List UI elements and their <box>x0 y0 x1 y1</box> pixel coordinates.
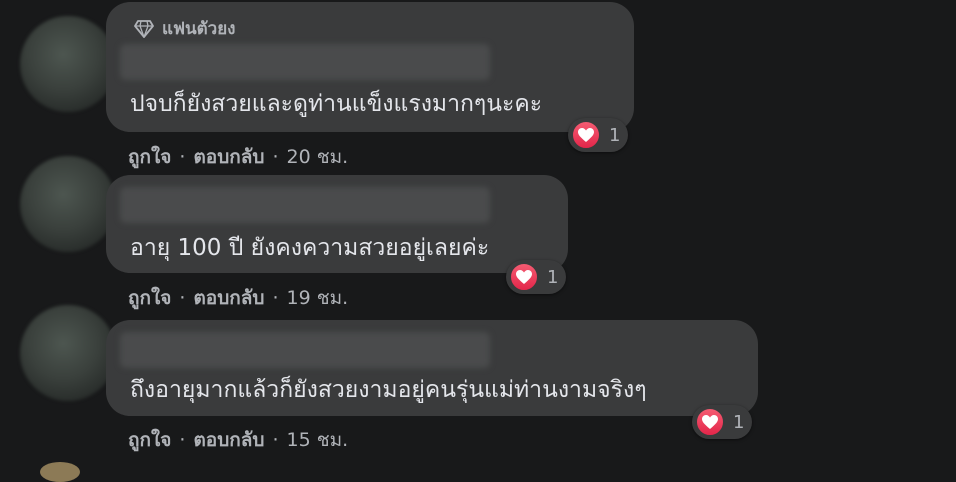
comment-text: ถึงอายุมากแล้วก็ยังสวยงามอยู่คนรุ่นแม่ท่… <box>130 377 647 403</box>
comment-bubble: อายุ 100 ปี ยังคงความสวยอยู่เลยค่ะ <box>106 175 568 273</box>
separator: · <box>179 287 186 309</box>
timestamp[interactable]: 20 ชม. <box>287 146 349 168</box>
avatar[interactable] <box>20 156 116 252</box>
separator: · <box>179 429 186 451</box>
avatar[interactable] <box>20 305 116 401</box>
separator: · <box>272 287 279 309</box>
commenter-name[interactable] <box>120 44 490 80</box>
love-reaction-icon <box>695 407 725 437</box>
reaction-summary[interactable]: 1 <box>692 405 753 439</box>
reaction-count: 1 <box>547 266 559 288</box>
reply-button[interactable]: ตอบกลับ <box>193 287 264 309</box>
love-reaction-icon <box>571 120 601 150</box>
reaction-summary[interactable]: 1 <box>568 118 629 152</box>
badge-label: แฟนตัวยง <box>162 19 236 39</box>
comment-text: อายุ 100 ปี ยังคงความสวยอยู่เลยค่ะ <box>130 235 490 261</box>
commenter-name[interactable] <box>120 187 490 223</box>
reaction-count: 1 <box>733 411 745 433</box>
commenter-name[interactable] <box>120 332 490 368</box>
timestamp[interactable]: 15 ชม. <box>287 429 349 451</box>
like-button[interactable]: ถูกใจ <box>128 429 171 451</box>
comment-actions: ถูกใจ · ตอบกลับ · 19 ชม. <box>128 283 348 313</box>
timestamp[interactable]: 19 ชม. <box>287 287 349 309</box>
comment-text: ปจบก็ยังสวยและดูท่านแข็งแรงมากๆนะคะ <box>130 91 543 117</box>
reaction-summary[interactable]: 1 <box>506 260 567 294</box>
separator: · <box>272 429 279 451</box>
diamond-icon <box>134 19 154 38</box>
like-button[interactable]: ถูกใจ <box>128 146 171 168</box>
comment-bubble: ถึงอายุมากแล้วก็ยังสวยงามอยู่คนรุ่นแม่ท่… <box>106 320 758 416</box>
comment-actions: ถูกใจ · ตอบกลับ · 20 ชม. <box>128 142 348 172</box>
top-fan-badge: แฟนตัวยง <box>134 15 235 42</box>
next-comment-avatar[interactable] <box>40 462 80 482</box>
separator: · <box>272 146 279 168</box>
separator: · <box>179 146 186 168</box>
love-reaction-icon <box>509 262 539 292</box>
comment-bubble: แฟนตัวยง ปจบก็ยังสวยและดูท่านแข็งแรงมากๆ… <box>106 2 634 132</box>
comment-actions: ถูกใจ · ตอบกลับ · 15 ชม. <box>128 425 348 455</box>
like-button[interactable]: ถูกใจ <box>128 287 171 309</box>
reply-button[interactable]: ตอบกลับ <box>193 429 264 451</box>
reaction-count: 1 <box>609 124 621 146</box>
reply-button[interactable]: ตอบกลับ <box>193 146 264 168</box>
avatar[interactable] <box>20 16 116 112</box>
